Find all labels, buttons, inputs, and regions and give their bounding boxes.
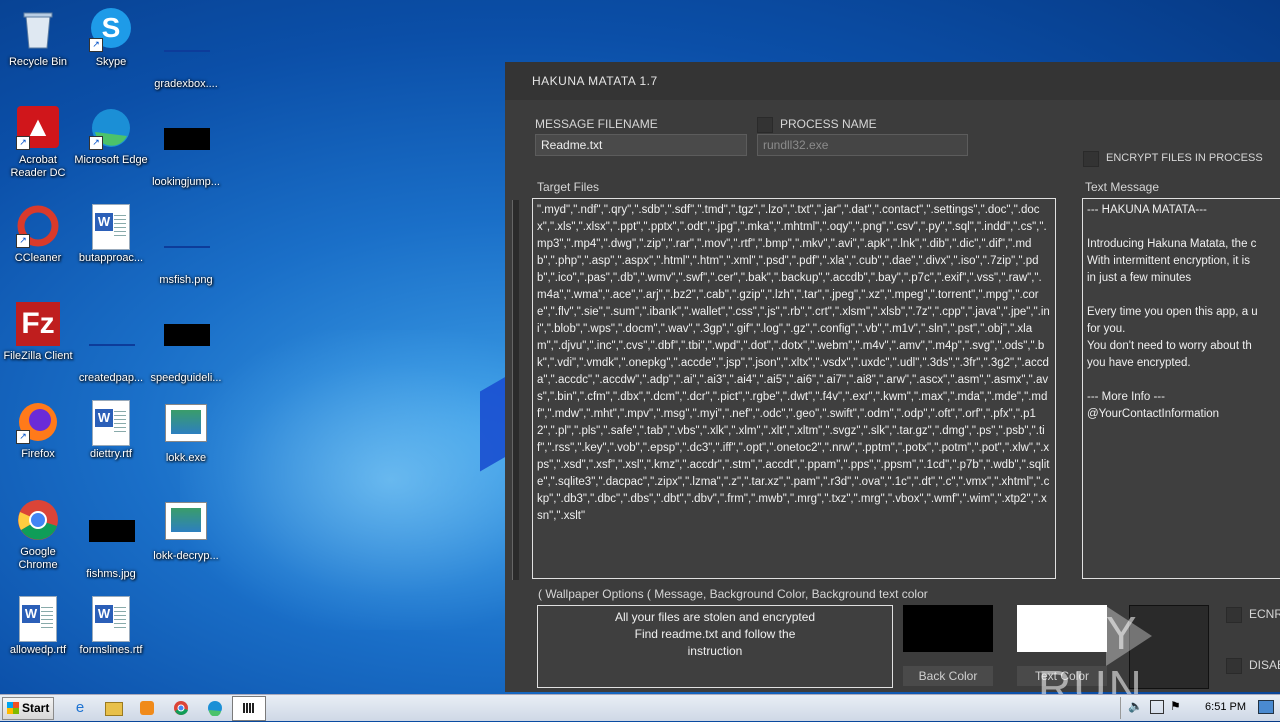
desktop-icon-label: createdpap... bbox=[78, 372, 144, 384]
desktop-icon-formslines[interactable]: W formslines.rtf bbox=[73, 596, 149, 657]
desktop-icon-label: speedguideli... bbox=[150, 372, 222, 384]
speaker-icon[interactable]: 🔈 bbox=[1128, 699, 1143, 713]
desktop-icon-label: Firefox bbox=[21, 448, 55, 460]
desktop-icon-skype[interactable]: S ↗ Skype bbox=[73, 8, 149, 69]
desktop-icon-createdpap[interactable]: createdpap... bbox=[73, 302, 149, 385]
back-color-swatch bbox=[903, 605, 993, 652]
taskbar-app-active[interactable] bbox=[232, 696, 266, 721]
explorer-icon[interactable] bbox=[104, 698, 124, 718]
image-thumbnail-icon bbox=[164, 128, 210, 172]
desktop-icon-msfish[interactable]: msfish.png bbox=[148, 204, 224, 287]
desktop-icon-acrobat[interactable]: ▲ ↗ Acrobat Reader DC bbox=[0, 106, 76, 180]
desktop-icon-label: Google Chrome bbox=[18, 546, 58, 571]
desktop-icon-firefox[interactable]: ↗ Firefox bbox=[0, 400, 76, 461]
back-color-button[interactable]: Back Color bbox=[903, 666, 993, 686]
image-thumbnail-icon bbox=[89, 520, 135, 564]
desktop-icon-gradexbox[interactable]: gradexbox.... bbox=[148, 8, 224, 91]
edge-icon[interactable] bbox=[205, 698, 225, 718]
flag-icon[interactable]: ⚑ bbox=[1170, 699, 1181, 713]
word-document-icon: W bbox=[89, 400, 133, 446]
file-thumbnail-icon bbox=[164, 30, 210, 74]
desktop-icon-label: gradexbox.... bbox=[154, 78, 218, 90]
desktop-icon-label: lookingjump... bbox=[152, 176, 220, 188]
desktop-icon-label: allowedp.rtf bbox=[9, 644, 67, 656]
target-files-textarea[interactable]: ".myd",".ndf",".qry",".sdb",".sdf",".tmd… bbox=[532, 198, 1056, 579]
window-title: HAKUNA MATATA 1.7 bbox=[505, 62, 1280, 100]
text-message-label: Text Message bbox=[1085, 180, 1160, 194]
desktop-icon-label: lokk-decryp... bbox=[153, 550, 219, 562]
desktop-icon-label: butapproac... bbox=[78, 252, 144, 264]
network-icon[interactable] bbox=[1150, 700, 1164, 714]
edge-icon: ↗ bbox=[89, 106, 133, 150]
word-document-icon: W bbox=[89, 596, 133, 642]
text-message-textarea[interactable]: --- HAKUNA MATATA--- Introducing Hakuna … bbox=[1082, 198, 1280, 579]
encrypt-in-process-label: ENCRYPT FILES IN PROCESS bbox=[1106, 152, 1263, 164]
ie-icon[interactable]: e bbox=[70, 698, 90, 718]
desktop-icon-label: FileZilla Client bbox=[3, 350, 73, 362]
desktop-icon-filezilla[interactable]: Fz FileZilla Client bbox=[0, 302, 76, 363]
desktop-icon-label: Recycle Bin bbox=[8, 56, 68, 68]
desktop-icon-fishms[interactable]: fishms.jpg bbox=[73, 498, 149, 581]
system-tray: 🔈 ⚑ 6:51 PM bbox=[1120, 695, 1280, 721]
acrobat-icon: ▲ ↗ bbox=[16, 106, 60, 150]
desktop-icon-diettry[interactable]: W diettry.rtf bbox=[73, 400, 149, 461]
firefox-icon: ↗ bbox=[16, 400, 60, 444]
executable-icon bbox=[164, 404, 208, 448]
wallpaper-options-label: ( Wallpaper Options ( Message, Backgroun… bbox=[538, 587, 928, 601]
message-filename-label: MESSAGE FILENAME bbox=[535, 117, 658, 131]
desktop-icon-lokk-decryp[interactable]: lokk-decryp... bbox=[148, 498, 224, 563]
desktop-icon-label: Acrobat Reader DC bbox=[10, 154, 66, 179]
desktop-icon-chrome[interactable]: Google Chrome bbox=[0, 498, 76, 572]
wallpaper-message-textarea[interactable]: All your files are stolen and encrypted … bbox=[537, 605, 893, 688]
target-files-label: Target Files bbox=[537, 180, 600, 194]
clock[interactable]: 6:51 PM bbox=[1205, 701, 1246, 713]
desktop-icon-butapproac[interactable]: W butapproac... bbox=[73, 204, 149, 265]
ccleaner-icon: ↗ bbox=[16, 204, 60, 248]
desktop-icon-label: formslines.rtf bbox=[79, 644, 143, 656]
desktop-icon-lokk-exe[interactable]: lokk.exe bbox=[148, 400, 224, 465]
desktop-icon-ccleaner[interactable]: ↗ CCleaner bbox=[0, 204, 76, 265]
desktop-icon-label: Skype bbox=[95, 56, 127, 68]
executable-icon bbox=[164, 502, 208, 546]
word-document-icon: W bbox=[16, 596, 60, 642]
filezilla-icon: Fz bbox=[16, 302, 60, 346]
file-thumbnail-icon bbox=[164, 226, 210, 270]
desktop-icon-label: Microsoft Edge bbox=[74, 154, 148, 166]
desktop-icon-label: CCleaner bbox=[14, 252, 62, 264]
chrome-icon[interactable] bbox=[171, 698, 191, 718]
file-thumbnail-icon bbox=[89, 324, 135, 368]
desktop-icon-speedguideli[interactable]: speedguideli... bbox=[148, 302, 224, 385]
windows-logo-icon bbox=[7, 702, 19, 714]
encrypt-in-process-checkbox[interactable] bbox=[1083, 151, 1099, 167]
show-desktop-icon[interactable] bbox=[1258, 700, 1274, 714]
desktop-icon-lookingjump[interactable]: lookingjump... bbox=[148, 106, 224, 189]
app-window: HAKUNA MATATA 1.7 MESSAGE FILENAME Readm… bbox=[505, 62, 1280, 692]
background-window-edge bbox=[512, 200, 519, 580]
desktop-icon-allowedp[interactable]: W allowedp.rtf bbox=[0, 596, 76, 657]
skype-icon: S ↗ bbox=[89, 8, 133, 52]
recycle-bin-icon bbox=[16, 8, 60, 52]
process-name-checkbox[interactable] bbox=[757, 117, 773, 133]
start-button[interactable]: Start bbox=[2, 697, 54, 720]
desktop-icon-recycle-bin[interactable]: Recycle Bin bbox=[0, 8, 76, 69]
desktop-icon-label: diettry.rtf bbox=[90, 448, 132, 460]
desktop-icon-label: msfish.png bbox=[159, 274, 213, 286]
media-player-icon[interactable] bbox=[137, 698, 157, 718]
desktop-icon-label: fishms.jpg bbox=[86, 568, 136, 580]
desktop-icon-edge[interactable]: ↗ Microsoft Edge bbox=[73, 106, 149, 167]
image-thumbnail-icon bbox=[164, 324, 210, 368]
message-filename-input[interactable]: Readme.txt bbox=[535, 134, 747, 156]
word-document-icon: W bbox=[89, 204, 133, 250]
taskbar: Start e 🔈 ⚑ 6:51 PM bbox=[0, 694, 1280, 721]
desktop-icon-label: lokk.exe bbox=[165, 452, 207, 464]
chrome-icon bbox=[16, 498, 60, 542]
process-name-input[interactable]: rundll32.exe bbox=[757, 134, 968, 156]
process-name-label: PROCESS NAME bbox=[780, 117, 877, 131]
app-icon bbox=[243, 703, 255, 713]
